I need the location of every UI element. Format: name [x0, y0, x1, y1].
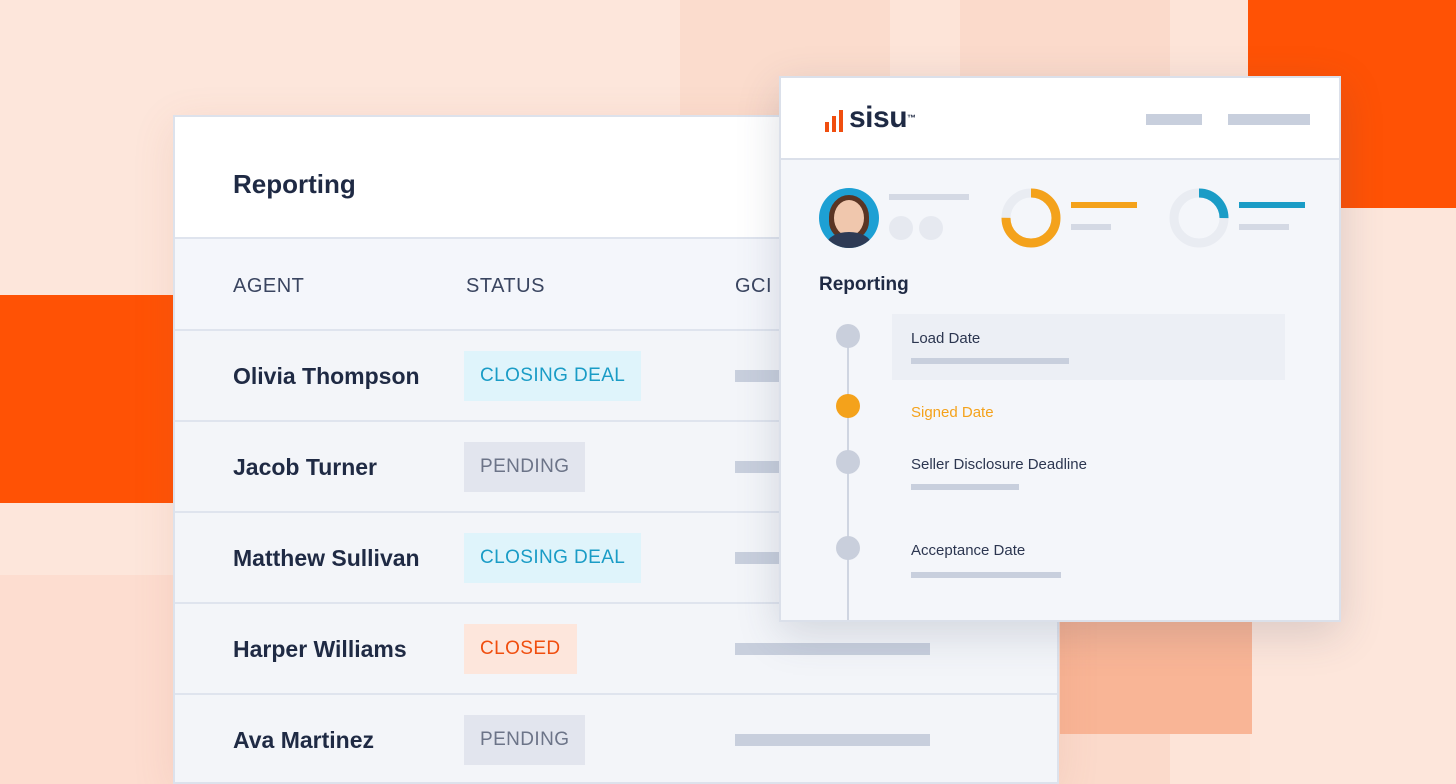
status-badge: CLOSING DEAL — [464, 351, 642, 401]
status-badge: CLOSING DEAL — [464, 533, 642, 583]
timeline-dot-signed-date[interactable] — [836, 394, 860, 418]
agent-name[interactable]: Matthew Sullivan — [233, 545, 420, 572]
sisu-detail-card: sisu™ Reporting Load Date Signed Date Se… — [779, 76, 1341, 622]
status-badge: PENDING — [464, 442, 586, 492]
text-placeholder — [911, 358, 1069, 364]
agent-name[interactable]: Olivia Thompson — [233, 363, 420, 390]
placeholder-dot — [919, 216, 943, 240]
timeline-line — [847, 336, 849, 620]
timeline-dot-acceptance-date[interactable] — [836, 536, 860, 560]
page-title: Reporting — [233, 169, 356, 199]
timeline-label-load-date[interactable]: Load Date — [911, 330, 980, 347]
column-header-gci[interactable]: GCI — [735, 275, 772, 298]
gci-placeholder-bar — [735, 643, 930, 655]
decorative-orange-block — [0, 295, 178, 503]
timeline-dot-seller-disclosure[interactable] — [836, 450, 860, 474]
text-placeholder — [1239, 224, 1289, 230]
detail-card-header: sisu™ — [781, 78, 1339, 160]
status-badge: CLOSED — [464, 624, 577, 674]
table-row[interactable]: Ava Martinez PENDING — [175, 695, 1057, 782]
timeline-dot-load-date[interactable] — [836, 324, 860, 348]
section-title: Reporting — [819, 274, 909, 295]
column-header-status[interactable]: STATUS — [466, 275, 545, 298]
placeholder-dot — [889, 216, 913, 240]
accent-placeholder — [1239, 202, 1305, 208]
logo-bars-icon — [825, 108, 843, 132]
timeline-label-acceptance-date[interactable]: Acceptance Date — [911, 542, 1025, 559]
agent-name[interactable]: Jacob Turner — [233, 454, 377, 481]
text-placeholder — [911, 572, 1061, 578]
text-placeholder — [889, 194, 969, 200]
timeline-label-seller-disclosure[interactable]: Seller Disclosure Deadline — [911, 456, 1087, 473]
agent-name[interactable]: Harper Williams — [233, 636, 407, 663]
blue-progress-donut — [1169, 188, 1229, 248]
text-placeholder — [911, 484, 1019, 490]
timeline-label-signed-date[interactable]: Signed Date — [911, 404, 994, 421]
agent-name[interactable]: Ava Martinez — [233, 727, 374, 754]
nav-placeholder[interactable] — [1228, 114, 1310, 125]
accent-placeholder — [1071, 202, 1137, 208]
status-badge: PENDING — [464, 715, 586, 765]
avatar[interactable] — [819, 188, 879, 248]
text-placeholder — [1071, 224, 1111, 230]
logo-wordmark: sisu™ — [849, 101, 916, 134]
column-header-agent[interactable]: AGENT — [233, 275, 304, 298]
sisu-logo[interactable]: sisu™ — [825, 101, 916, 134]
orange-progress-donut — [1001, 188, 1061, 248]
nav-placeholder[interactable] — [1146, 114, 1202, 125]
gci-placeholder-bar — [735, 734, 930, 746]
timeline-highlight-box — [892, 314, 1285, 380]
